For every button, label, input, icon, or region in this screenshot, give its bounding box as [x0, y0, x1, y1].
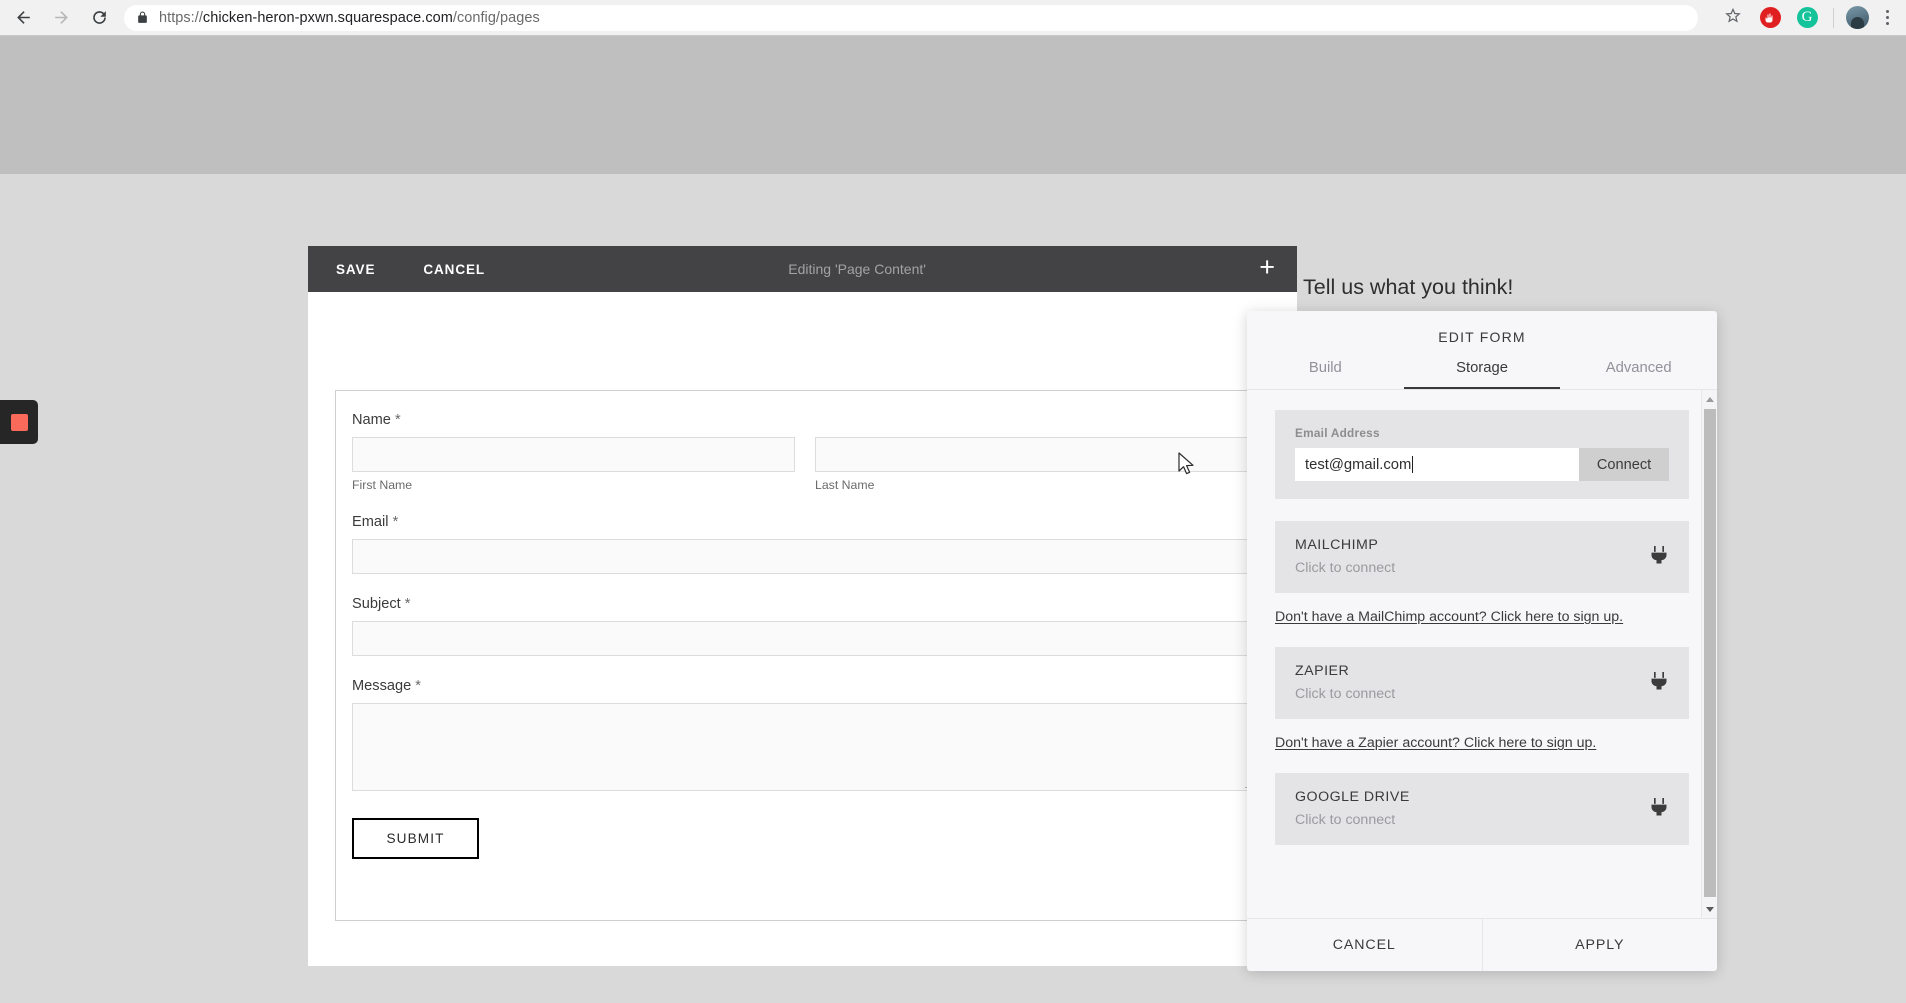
back-button[interactable]	[8, 3, 38, 33]
plug-icon	[1649, 797, 1669, 819]
mailchimp-name: MAILCHIMP	[1295, 536, 1379, 553]
editor-toolbar: SAVE CANCEL Editing 'Page Content' +	[308, 246, 1297, 292]
forward-arrow-icon	[52, 8, 71, 27]
google-drive-name: GOOGLE DRIVE	[1295, 788, 1410, 805]
service-card-zapier[interactable]: ZAPIER Click to connect	[1275, 647, 1689, 719]
last-name-group: Last Name	[815, 437, 1258, 492]
panel-body: Email Address test@gmail.com Connect MAI…	[1247, 390, 1717, 918]
email-address-value: test@gmail.com	[1305, 456, 1412, 473]
editing-status-label: Editing 'Page Content'	[788, 261, 926, 277]
back-arrow-icon	[14, 8, 33, 27]
lock-icon	[136, 11, 149, 24]
grammarly-extension-icon: G	[1796, 7, 1818, 28]
service-card-mailchimp[interactable]: MAILCHIMP Click to connect	[1275, 521, 1689, 593]
tab-build[interactable]: Build	[1247, 360, 1404, 389]
panel-apply-button[interactable]: APPLY	[1481, 919, 1718, 971]
service-card-google-drive[interactable]: GOOGLE DRIVE Click to connect	[1275, 773, 1689, 845]
email-address-label: Email Address	[1295, 426, 1380, 440]
save-button[interactable]: SAVE	[336, 262, 375, 277]
scroll-down-arrow-icon[interactable]	[1702, 901, 1717, 917]
bookmark-button[interactable]	[1719, 4, 1747, 32]
zapier-name: ZAPIER	[1295, 662, 1350, 679]
contact-form-block[interactable]: Name * First Name Last Name Email * Subj…	[335, 390, 1275, 921]
email-label: Email *	[352, 514, 399, 530]
stop-recording-icon	[10, 413, 28, 431]
zapier-signup-link[interactable]: Don't have a Zapier account? Click here …	[1275, 735, 1689, 751]
name-label: Name *	[352, 412, 401, 428]
tab-advanced[interactable]: Advanced	[1560, 360, 1717, 389]
last-name-input[interactable]	[815, 437, 1258, 472]
google-drive-status: Click to connect	[1295, 811, 1396, 828]
address-bar[interactable]: https://chicken-heron-pxwn.squarespace.c…	[124, 4, 1698, 31]
browser-action-icons: G	[1710, 4, 1906, 32]
mailchimp-signup-link[interactable]: Don't have a MailChimp account? Click he…	[1275, 609, 1689, 625]
adblock-extension-icon	[1759, 7, 1781, 28]
form-field-name: Name * First Name Last Name	[352, 412, 1258, 492]
toolbar-divider	[1833, 7, 1834, 28]
form-field-email: Email *	[352, 514, 1258, 574]
first-name-sublabel: First Name	[352, 478, 413, 492]
message-label: Message *	[352, 678, 421, 694]
url-text: https://chicken-heron-pxwn.squarespace.c…	[159, 10, 540, 26]
tab-storage[interactable]: Storage	[1404, 360, 1561, 389]
page-background-upper	[0, 36, 1906, 174]
panel-scrollbar[interactable]	[1701, 390, 1717, 918]
extension-adblock-button[interactable]	[1756, 4, 1784, 32]
scrollbar-thumb[interactable]	[1704, 409, 1716, 897]
panel-footer: CANCEL APPLY	[1247, 918, 1717, 971]
plus-icon[interactable]: +	[1259, 254, 1275, 281]
star-icon	[1724, 6, 1742, 29]
browser-toolbar: https://chicken-heron-pxwn.squarespace.c…	[0, 0, 1906, 36]
forward-button[interactable]	[46, 3, 76, 33]
scroll-up-arrow-icon[interactable]	[1702, 391, 1717, 407]
panel-title: EDIT FORM	[1438, 329, 1526, 345]
edit-form-panel: EDIT FORM Build Storage Advanced Email A…	[1247, 311, 1717, 971]
first-name-input[interactable]	[352, 437, 795, 472]
subject-input[interactable]	[352, 621, 1258, 656]
email-input[interactable]	[352, 539, 1258, 574]
last-name-sublabel: Last Name	[815, 478, 875, 492]
email-address-input[interactable]: test@gmail.com	[1295, 448, 1579, 481]
form-field-message: Message *	[352, 678, 1258, 791]
page-title: Tell us what you think!	[1303, 275, 1514, 299]
url-host: chicken-heron-pxwn.squarespace.com	[202, 9, 453, 26]
mailchimp-status: Click to connect	[1295, 559, 1396, 576]
zapier-status: Click to connect	[1295, 685, 1396, 702]
connect-button[interactable]: Connect	[1579, 448, 1669, 481]
form-field-subject: Subject *	[352, 596, 1258, 656]
screenshare-indicator[interactable]	[0, 400, 38, 444]
reload-button[interactable]	[84, 3, 114, 33]
plug-icon	[1649, 545, 1669, 567]
plug-icon	[1649, 671, 1669, 693]
panel-tabs: Build Storage Advanced	[1247, 360, 1717, 390]
message-textarea[interactable]	[352, 703, 1258, 791]
panel-cancel-button[interactable]: CANCEL	[1247, 919, 1482, 971]
reload-icon	[90, 8, 109, 27]
text-caret	[1412, 456, 1414, 473]
email-address-section: Email Address test@gmail.com Connect	[1275, 410, 1689, 499]
url-path: /config/pages	[452, 9, 540, 26]
three-dot-menu-icon[interactable]	[1878, 6, 1896, 30]
subject-label: Subject *	[352, 596, 411, 612]
url-scheme: https://	[159, 9, 203, 26]
avatar[interactable]	[1846, 6, 1869, 29]
first-name-group: First Name	[352, 437, 795, 492]
submit-button[interactable]: SUBMIT	[352, 818, 479, 859]
extension-grammarly-button[interactable]: G	[1793, 4, 1821, 32]
